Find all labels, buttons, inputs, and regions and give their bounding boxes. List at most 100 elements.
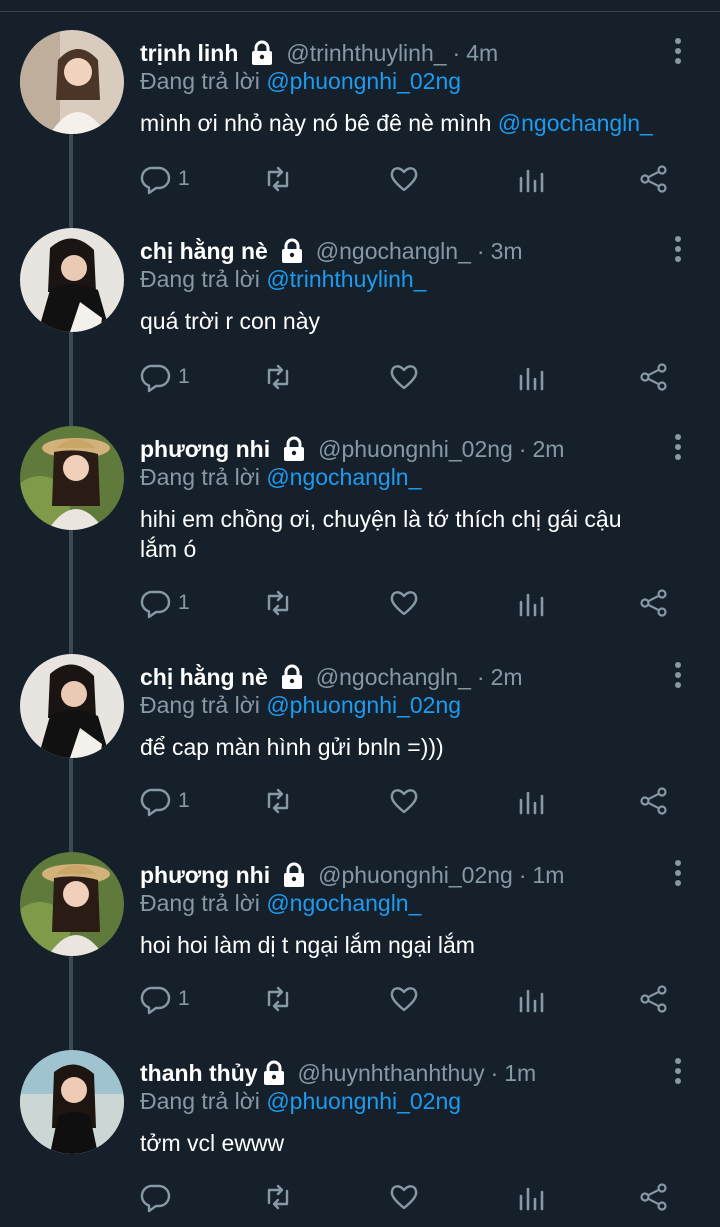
timestamp[interactable]: 4m (466, 40, 498, 67)
reply-to-mention[interactable]: @phuongnhi_02ng (266, 692, 461, 718)
separator-dot: · (476, 663, 485, 690)
like-button[interactable] (388, 163, 420, 195)
display-name[interactable]: chị hằng nè (140, 238, 268, 265)
display-name[interactable]: thanh thủy (140, 1060, 258, 1087)
separator-dot: · (518, 435, 527, 462)
avatar[interactable] (20, 426, 124, 530)
tweet-text: tởm vcl ewww (140, 1128, 680, 1158)
views-button[interactable] (516, 785, 548, 817)
reply-to-mention[interactable]: @ngochangln_ (266, 890, 421, 916)
reply-count: 1 (178, 987, 190, 1010)
display-name[interactable]: phương nhi (140, 862, 270, 889)
handle[interactable]: @ngochangln_ (316, 664, 471, 691)
like-icon (390, 1185, 418, 1210)
display-name[interactable]: trịnh linh (140, 40, 238, 67)
share-button[interactable] (638, 785, 670, 817)
avatar[interactable] (20, 654, 124, 758)
replying-to: Đang trả lời @phuongnhi_02ng (140, 68, 461, 95)
share-button[interactable] (638, 163, 670, 195)
tweet-text: hoi hoi làm dị t ngại lắm ngại lắm (140, 930, 680, 960)
reply-button[interactable]: 1 (140, 785, 190, 817)
share-button[interactable] (638, 1181, 670, 1213)
reply-to-mention[interactable]: @phuongnhi_02ng (266, 1088, 461, 1114)
tweet-text-content: để cap màn hình gửi bnln =))) (140, 734, 444, 760)
reply-count: 1 (178, 365, 190, 388)
reply-button[interactable]: 1 (140, 983, 190, 1015)
avatar[interactable] (20, 1050, 124, 1154)
timestamp[interactable]: 1m (533, 862, 565, 889)
reply-to-mention[interactable]: @phuongnhi_02ng (266, 68, 461, 94)
separator-dot: · (476, 237, 485, 264)
share-icon (640, 787, 667, 815)
retweet-button[interactable] (262, 361, 294, 393)
tweet-text: mình ơi nhỏ này nó bê đê nè mình @ngocha… (140, 108, 680, 138)
views-icon (519, 169, 544, 193)
reply-prefix: Đang trả lời (140, 890, 260, 916)
retweet-button[interactable] (262, 983, 294, 1015)
avatar[interactable] (20, 852, 124, 956)
more-icon[interactable] (674, 236, 682, 264)
reply-button[interactable]: 1 (140, 361, 190, 393)
display-name[interactable]: phương nhi (140, 436, 270, 463)
share-button[interactable] (638, 361, 670, 393)
handle[interactable]: @huynhthanhthuy (298, 1060, 485, 1087)
views-icon (519, 989, 544, 1013)
share-icon (640, 363, 667, 391)
more-icon[interactable] (674, 434, 682, 462)
more-icon[interactable] (674, 38, 682, 66)
reply-icon (140, 788, 171, 817)
share-icon (640, 165, 667, 193)
avatar[interactable] (20, 30, 124, 134)
like-icon (390, 789, 418, 814)
views-icon (519, 791, 544, 815)
timestamp[interactable]: 1m (504, 1060, 536, 1087)
retweet-icon (267, 364, 289, 390)
replying-to: Đang trả lời @ngochangln_ (140, 464, 421, 491)
views-button[interactable] (516, 163, 548, 195)
like-button[interactable] (388, 785, 420, 817)
reply-count: 1 (178, 789, 190, 812)
tweet-text: để cap màn hình gửi bnln =))) (140, 732, 680, 762)
views-button[interactable] (516, 361, 548, 393)
reply-icon (140, 590, 171, 619)
retweet-button[interactable] (262, 587, 294, 619)
reply-icon (140, 1184, 171, 1213)
retweet-button[interactable] (262, 785, 294, 817)
more-icon[interactable] (674, 662, 682, 690)
reply-to-mention[interactable]: @trinhthuylinh_ (266, 266, 426, 292)
retweet-button[interactable] (262, 1181, 294, 1213)
handle[interactable]: @phuongnhi_02ng (318, 436, 513, 463)
text-mention[interactable]: @ngochangln_ (498, 110, 653, 136)
retweet-button[interactable] (262, 163, 294, 195)
like-icon (390, 365, 418, 390)
replying-to: Đang trả lời @phuongnhi_02ng (140, 1088, 461, 1115)
reply-to-mention[interactable]: @ngochangln_ (266, 464, 421, 490)
like-button[interactable] (388, 983, 420, 1015)
avatar[interactable] (20, 228, 124, 332)
share-button[interactable] (638, 983, 670, 1015)
tweet-text-line2: lắm ó (140, 536, 197, 562)
views-button[interactable] (516, 587, 548, 619)
replying-to: Đang trả lời @ngochangln_ (140, 890, 421, 917)
like-button[interactable] (388, 587, 420, 619)
like-button[interactable] (388, 361, 420, 393)
more-icon[interactable] (674, 860, 682, 888)
timestamp[interactable]: 2m (491, 664, 523, 691)
handle[interactable]: @trinhthuylinh_ (286, 40, 446, 67)
reply-prefix: Đang trả lời (140, 266, 260, 292)
retweet-icon (267, 986, 289, 1012)
reply-button[interactable]: 1 (140, 163, 190, 195)
display-name[interactable]: chị hằng nè (140, 664, 268, 691)
reply-button[interactable] (140, 1181, 178, 1213)
handle[interactable]: @phuongnhi_02ng (318, 862, 513, 889)
like-button[interactable] (388, 1181, 420, 1213)
reply-button[interactable]: 1 (140, 587, 190, 619)
timestamp[interactable]: 2m (533, 436, 565, 463)
share-button[interactable] (638, 587, 670, 619)
views-button[interactable] (516, 983, 548, 1015)
retweet-icon (267, 590, 289, 616)
views-button[interactable] (516, 1181, 548, 1213)
more-icon[interactable] (674, 1058, 682, 1086)
timestamp[interactable]: 3m (491, 238, 523, 265)
handle[interactable]: @ngochangln_ (316, 238, 471, 265)
